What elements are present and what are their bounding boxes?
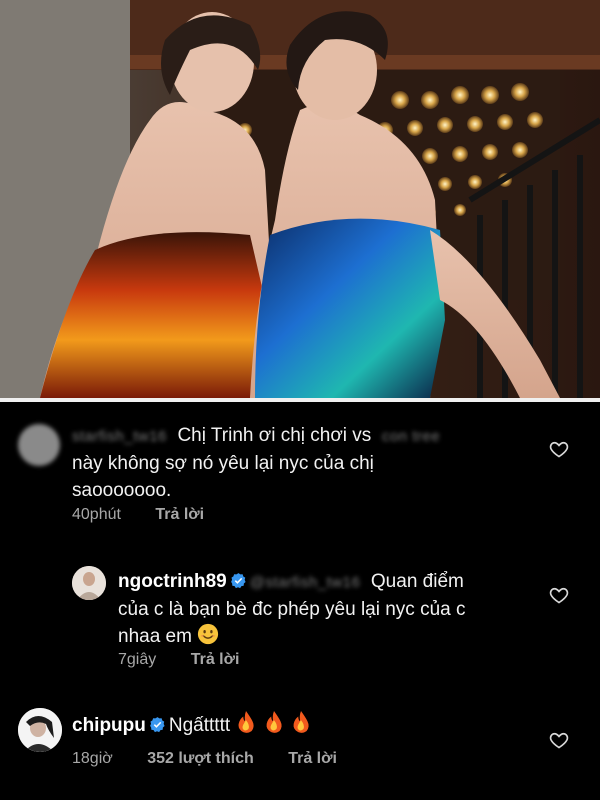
comment-text: ngoctrinh89 @starfish_tw16 Quan điểm của … xyxy=(118,568,538,650)
comment-text-line: của c là bạn bè đc phép yêu lại nyc của … xyxy=(118,599,466,620)
comment-text-line: Chị Trinh ơi chị chơi vs xyxy=(177,425,372,446)
fire-emoji xyxy=(293,711,309,733)
comment-item: chipupu Ngấttttt 18giờ 352 lượt thích Trả… xyxy=(0,696,600,800)
reply-button[interactable]: Trả lời xyxy=(155,506,204,523)
avatar[interactable] xyxy=(18,424,60,466)
comments-section: starfish_tw16 Chị Trinh ơi chị chơi vs c… xyxy=(0,402,600,800)
comment-meta: 7giây Trả lời xyxy=(118,651,269,669)
smiling-face-emoji xyxy=(198,623,219,645)
comment-text-line: saooooooo. xyxy=(72,480,172,501)
post-photo xyxy=(0,0,600,398)
comment-text-line: này không sợ nó yêu lại nyc của chị xyxy=(72,453,374,474)
avatar-image xyxy=(72,566,106,600)
heart-outline-icon[interactable] xyxy=(549,439,569,459)
screenshot-frame: starfish_tw16 Chị Trinh ơi chị chơi vs c… xyxy=(0,0,600,800)
photo-illustration xyxy=(0,0,600,398)
comment-text-line: nhaa em xyxy=(118,626,192,647)
comment-text: starfish_tw16 Chị Trinh ơi chị chơi vs c… xyxy=(72,422,532,504)
reply-button[interactable]: Trả lời xyxy=(191,651,240,668)
verified-badge-icon xyxy=(230,573,246,589)
username[interactable]: ngoctrinh89 xyxy=(118,571,227,592)
heart-outline-icon[interactable] xyxy=(549,730,569,750)
username[interactable]: starfish_tw16 xyxy=(72,423,167,450)
likes-count[interactable]: 352 lượt thích xyxy=(147,750,254,767)
avatar[interactable] xyxy=(18,708,62,752)
avatar-image xyxy=(18,708,62,752)
comment-text: chipupu Ngấttttt xyxy=(72,710,512,739)
comment-meta: 18giờ 352 lượt thích Trả lời xyxy=(72,750,367,768)
heart-outline-icon[interactable] xyxy=(549,585,569,605)
timestamp: 40phút xyxy=(72,506,121,523)
mention[interactable]: con tree xyxy=(382,423,440,450)
comment-text-line: Ngấttttt xyxy=(168,715,231,736)
timestamp: 18giờ xyxy=(72,750,113,767)
timestamp: 7giây xyxy=(118,651,157,668)
comment-text-line: Quan điểm xyxy=(370,571,464,592)
verified-badge-icon xyxy=(150,717,165,733)
comment-meta: 40phút Trả lời xyxy=(72,506,234,524)
reply-button[interactable]: Trả lời xyxy=(288,750,337,767)
avatar[interactable] xyxy=(72,566,106,600)
fire-emoji xyxy=(266,711,282,733)
comment-item: starfish_tw16 Chị Trinh ơi chị chơi vs c… xyxy=(0,402,600,542)
mention[interactable]: @starfish_tw16 xyxy=(250,569,361,596)
username[interactable]: chipupu xyxy=(72,715,146,736)
fire-emoji xyxy=(238,711,255,733)
comment-item: ngoctrinh89 @starfish_tw16 Quan điểm của … xyxy=(0,552,600,682)
